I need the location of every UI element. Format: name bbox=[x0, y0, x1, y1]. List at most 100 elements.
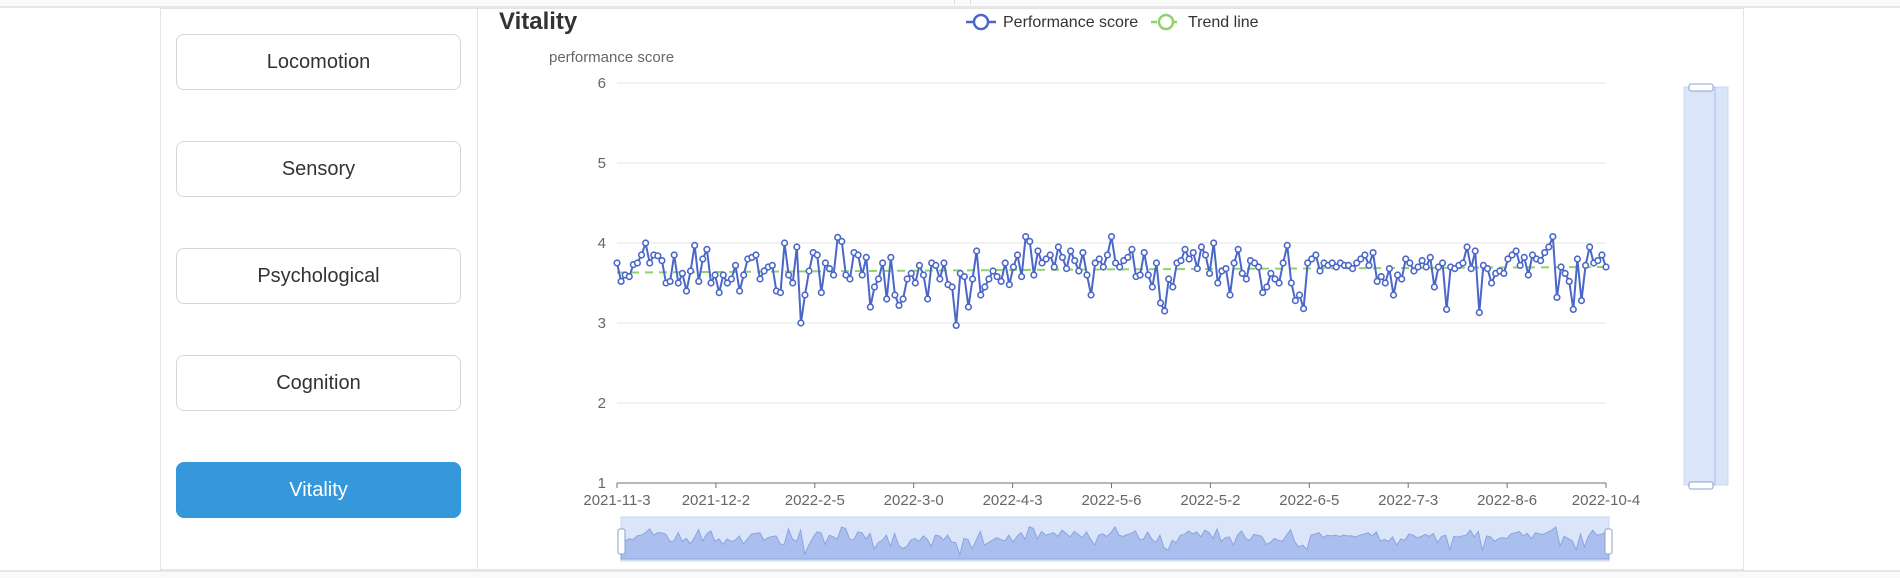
data-point bbox=[1299, 305, 1308, 313]
data-point bbox=[1214, 279, 1222, 287]
data-point bbox=[1283, 241, 1291, 249]
data-point bbox=[1549, 233, 1557, 241]
data-point bbox=[1017, 273, 1026, 281]
data-point bbox=[768, 261, 776, 270]
legend-item-performance-score[interactable]: Performance score bbox=[966, 13, 1138, 31]
data-point bbox=[1553, 293, 1561, 302]
data-point bbox=[674, 279, 682, 287]
data-point bbox=[1075, 267, 1083, 275]
x-tick-label: 2022-5-6 bbox=[1081, 492, 1141, 509]
data-point bbox=[658, 257, 666, 265]
data-point bbox=[625, 273, 633, 281]
data-point bbox=[1389, 291, 1398, 299]
data-point bbox=[911, 279, 919, 287]
y-zoom-track[interactable] bbox=[1683, 86, 1729, 486]
data-point bbox=[862, 253, 870, 261]
data-point bbox=[1541, 249, 1549, 257]
data-point bbox=[854, 251, 862, 259]
data-point bbox=[1062, 265, 1071, 273]
y-tick-label: 2 bbox=[598, 395, 606, 412]
data-point bbox=[1537, 257, 1545, 265]
data-point bbox=[1487, 279, 1496, 287]
data-point bbox=[613, 259, 621, 267]
y-zoom-slider[interactable] bbox=[1683, 83, 1729, 490]
data-point bbox=[731, 261, 740, 270]
data-point bbox=[817, 289, 825, 297]
data-point bbox=[1426, 253, 1434, 261]
data-point bbox=[960, 273, 968, 281]
data-point bbox=[1475, 309, 1483, 317]
y-tick-label: 4 bbox=[598, 235, 606, 252]
data-point bbox=[1430, 283, 1438, 291]
data-point bbox=[727, 275, 736, 283]
data-point bbox=[1189, 249, 1197, 257]
data-point bbox=[866, 303, 874, 311]
y-zoom-handle-top[interactable] bbox=[1688, 83, 1714, 92]
data-point bbox=[1569, 305, 1577, 314]
data-point bbox=[1459, 259, 1467, 267]
data-point bbox=[1406, 259, 1414, 267]
data-point bbox=[699, 255, 707, 263]
data-point bbox=[646, 259, 654, 267]
data-point bbox=[695, 277, 703, 286]
bottom-border bbox=[0, 570, 1900, 578]
data-point bbox=[1516, 261, 1524, 270]
data-point bbox=[1467, 265, 1475, 273]
data-point bbox=[948, 283, 956, 291]
data-point bbox=[1103, 251, 1112, 259]
data-point bbox=[1193, 265, 1201, 273]
data-point bbox=[1586, 243, 1594, 251]
data-point bbox=[936, 275, 944, 283]
data-point bbox=[1598, 251, 1606, 259]
data-point bbox=[879, 259, 887, 267]
data-point bbox=[1050, 263, 1058, 271]
data-point bbox=[797, 319, 805, 327]
data-point bbox=[1361, 251, 1369, 259]
data-point bbox=[1463, 243, 1471, 251]
data-point bbox=[1201, 251, 1210, 259]
data-point bbox=[952, 321, 960, 330]
data-point bbox=[838, 237, 846, 245]
data-point bbox=[1316, 267, 1324, 275]
x-zoom-handle-left[interactable] bbox=[617, 528, 626, 555]
x-tick-label: 2022-10-4 bbox=[1572, 492, 1640, 509]
data-point bbox=[1152, 259, 1161, 267]
data-point bbox=[1026, 237, 1034, 245]
data-point bbox=[1226, 291, 1234, 299]
data-point bbox=[678, 269, 686, 278]
data-point bbox=[805, 267, 813, 275]
data-point bbox=[617, 277, 625, 286]
y-zoom-handle-bottom[interactable] bbox=[1688, 481, 1714, 490]
x-axis: 2021-11-3 2021-12-2 2022-2-5 2022-3-0 2022-4… bbox=[583, 483, 1640, 509]
chart-legend[interactable]: Performance score Trend line bbox=[966, 13, 1259, 31]
data-point bbox=[1377, 273, 1385, 281]
data-point bbox=[1107, 233, 1116, 241]
data-point bbox=[1255, 263, 1263, 271]
data-point bbox=[1005, 281, 1013, 289]
data-point bbox=[1234, 245, 1242, 253]
data-point bbox=[907, 269, 915, 278]
x-tick-label: 2022-8-6 bbox=[1477, 492, 1537, 509]
vitality-line-chart: Performance score Trend line performance… bbox=[549, 13, 1729, 562]
data-point bbox=[1054, 243, 1062, 251]
data-point bbox=[780, 239, 789, 247]
data-point bbox=[670, 251, 678, 259]
data-point bbox=[883, 295, 891, 303]
data-point bbox=[1443, 305, 1451, 314]
data-point bbox=[1058, 253, 1067, 261]
legend-item-trend-line[interactable]: Trend line bbox=[1151, 13, 1259, 31]
data-point bbox=[785, 271, 793, 279]
data-point bbox=[691, 241, 699, 249]
data-point bbox=[977, 291, 985, 299]
data-point bbox=[1602, 263, 1610, 271]
data-point bbox=[1369, 249, 1377, 257]
data-point bbox=[1046, 251, 1054, 259]
x-tick-label: 2021-12-2 bbox=[682, 492, 750, 509]
data-point bbox=[1177, 257, 1185, 265]
x-zoom-slider[interactable] bbox=[617, 516, 1613, 562]
data-point bbox=[813, 251, 821, 259]
x-zoom-handle-right[interactable] bbox=[1604, 528, 1613, 555]
data-point bbox=[1545, 243, 1553, 251]
data-point bbox=[1079, 249, 1087, 257]
data-point bbox=[829, 271, 838, 279]
